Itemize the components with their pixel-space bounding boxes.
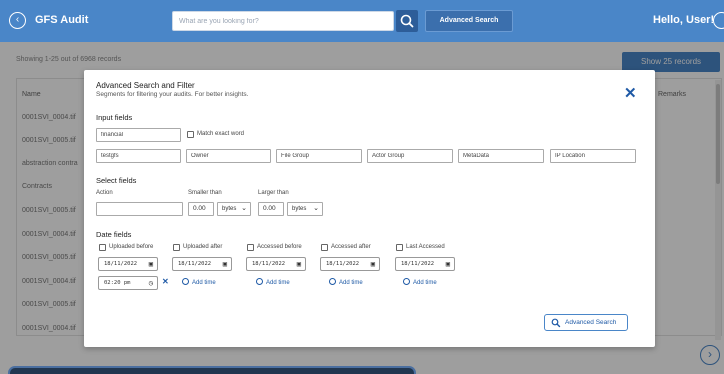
- accessed-after-date[interactable]: 18/11/2022 ▣: [320, 257, 380, 271]
- top-bar: ‹ GFS Audit Advanced Search Hello, User!: [0, 0, 724, 42]
- accessed-after-checkbox[interactable]: [321, 244, 328, 251]
- action-select[interactable]: [96, 202, 183, 216]
- user-input[interactable]: [97, 150, 180, 162]
- last-accessed-date-value: 18/11/2022: [401, 261, 435, 267]
- add-time-label: Add time: [339, 280, 363, 287]
- last-accessed-date[interactable]: 18/11/2022 ▣: [395, 257, 455, 271]
- keyword-field[interactable]: [96, 128, 181, 142]
- uploaded-before-date-value: 18/11/2022: [104, 261, 138, 267]
- user-greeting: Hello, User!: [653, 14, 715, 26]
- uploaded-before-date[interactable]: 18/11/2022 ▣: [98, 257, 158, 271]
- smaller-than-label: Smaller than: [188, 190, 222, 196]
- calendar-icon[interactable]: ▣: [297, 258, 301, 270]
- dialog-subtitle: Segments for filtering your audits. For …: [96, 91, 249, 98]
- last-accessed-label: Last Accessed: [406, 244, 445, 250]
- add-time-last-accessed[interactable]: Add time: [403, 278, 437, 287]
- search-icon: [551, 318, 561, 328]
- add-time-label: Add time: [266, 280, 290, 287]
- input-fields-heading: Input fields: [96, 113, 133, 122]
- clock-icon: [256, 278, 263, 285]
- clock-icon: [182, 278, 189, 285]
- last-accessed-checkbox[interactable]: [396, 244, 403, 251]
- actor-group-field[interactable]: [367, 149, 453, 163]
- smaller-unit-select[interactable]: bytes ⌄: [217, 202, 251, 216]
- larger-unit-select[interactable]: bytes ⌄: [287, 202, 323, 216]
- chevron-down-icon: ⌄: [241, 205, 247, 212]
- clear-time-icon[interactable]: ✕: [162, 277, 169, 286]
- uploaded-after-date[interactable]: 18/11/2022 ▣: [172, 257, 232, 271]
- accessed-before-date[interactable]: 18/11/2022 ▣: [246, 257, 306, 271]
- clock-icon[interactable]: ◷: [149, 277, 153, 289]
- global-search-input[interactable]: [173, 12, 393, 30]
- file-group-input[interactable]: [277, 150, 361, 162]
- chevron-down-icon: ⌄: [313, 205, 319, 212]
- larger-than-label: Larger than: [258, 190, 289, 196]
- accessed-before-checkbox[interactable]: [247, 244, 254, 251]
- file-group-field[interactable]: [276, 149, 362, 163]
- app-title: GFS Audit: [35, 14, 89, 26]
- clock-icon: [403, 278, 410, 285]
- accessed-after-date-value: 18/11/2022: [326, 261, 360, 267]
- advanced-search-header-button[interactable]: Advanced Search: [425, 10, 513, 32]
- select-fields-heading: Select fields: [96, 176, 137, 185]
- add-time-label: Add time: [192, 280, 216, 287]
- advanced-search-dialog: Advanced Search and Filter Segments for …: [84, 70, 655, 347]
- larger-unit-value: bytes: [292, 206, 307, 212]
- uploaded-before-time[interactable]: 02:20 pm ◷: [98, 276, 158, 290]
- owner-input[interactable]: [187, 150, 270, 162]
- back-icon[interactable]: ‹: [9, 12, 26, 29]
- larger-than-input[interactable]: 0.00: [258, 202, 284, 216]
- uploaded-after-label: Uploaded after: [183, 244, 223, 250]
- owner-field[interactable]: [186, 149, 271, 163]
- uploaded-before-checkbox[interactable]: [99, 244, 106, 251]
- uploaded-before-label: Uploaded before: [109, 244, 154, 250]
- smaller-than-input[interactable]: 0.00: [188, 202, 214, 216]
- actor-group-input[interactable]: [368, 150, 452, 162]
- close-icon[interactable]: ✕: [624, 86, 637, 101]
- add-time-label: Add time: [413, 280, 437, 287]
- user-field[interactable]: [96, 149, 181, 163]
- clock-icon: [329, 278, 336, 285]
- smaller-unit-value: bytes: [222, 206, 237, 212]
- metadata-input[interactable]: [459, 150, 543, 162]
- dialog-title: Advanced Search and Filter: [96, 81, 195, 90]
- search-icon: [400, 14, 414, 28]
- action-label: Action: [96, 190, 113, 196]
- accessed-after-label: Accessed after: [331, 244, 371, 250]
- match-exact-checkbox[interactable]: [187, 131, 194, 138]
- uploaded-after-checkbox[interactable]: [173, 244, 180, 251]
- accessed-before-date-value: 18/11/2022: [252, 261, 286, 267]
- calendar-icon[interactable]: ▣: [371, 258, 375, 270]
- advanced-search-submit-label: Advanced Search: [565, 319, 617, 326]
- uploaded-before-time-value: 02:20 pm: [104, 280, 131, 286]
- accessed-before-label: Accessed before: [257, 244, 302, 250]
- search-button[interactable]: [396, 10, 418, 32]
- calendar-icon[interactable]: ▣: [223, 258, 227, 270]
- advanced-search-submit-button[interactable]: Advanced Search: [544, 314, 628, 331]
- metadata-field[interactable]: [458, 149, 544, 163]
- keyword-input[interactable]: [97, 129, 180, 141]
- match-exact-label: Match exact word: [197, 131, 245, 137]
- user-menu-icon[interactable]: [713, 12, 724, 29]
- calendar-icon[interactable]: ▣: [446, 258, 450, 270]
- uploaded-after-date-value: 18/11/2022: [178, 261, 212, 267]
- bottom-panel-tab[interactable]: [8, 366, 416, 374]
- ip-location-field[interactable]: [550, 149, 636, 163]
- add-time-uploaded-after[interactable]: Add time: [182, 278, 216, 287]
- add-time-accessed-before[interactable]: Add time: [256, 278, 290, 287]
- add-time-accessed-after[interactable]: Add time: [329, 278, 363, 287]
- ip-location-input[interactable]: [551, 150, 635, 162]
- date-fields-heading: Date fields: [96, 230, 132, 239]
- calendar-icon[interactable]: ▣: [149, 258, 153, 270]
- global-search-field[interactable]: [172, 11, 394, 31]
